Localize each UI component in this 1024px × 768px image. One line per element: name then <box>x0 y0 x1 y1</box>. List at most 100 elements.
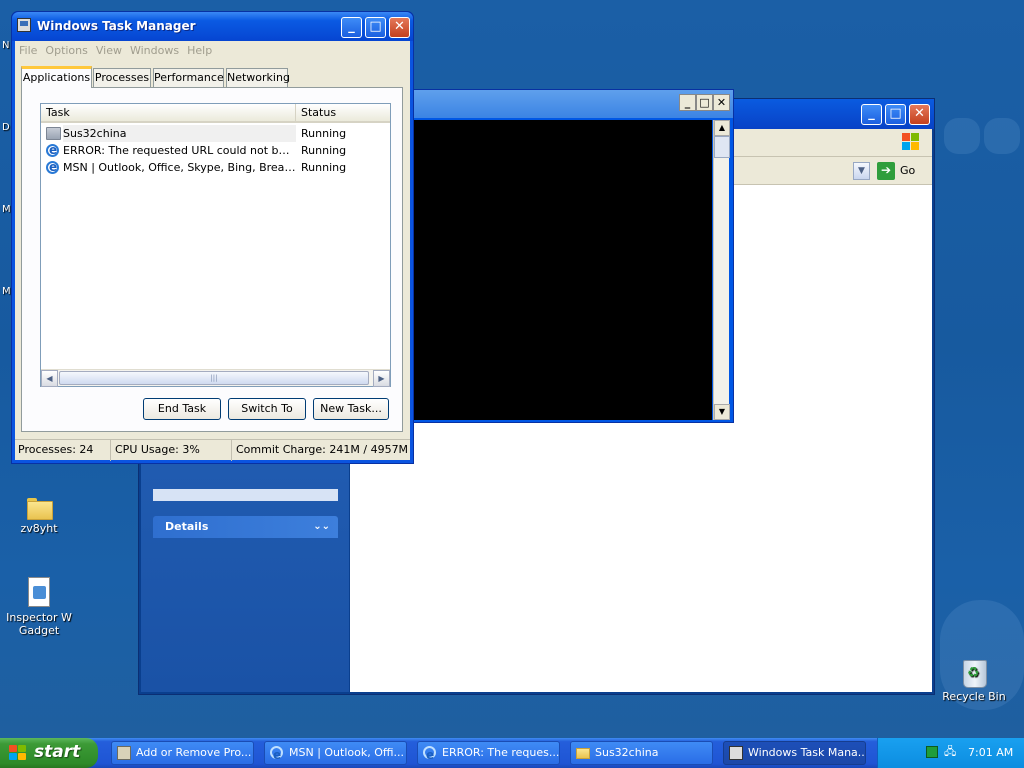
folder-icon <box>46 127 61 140</box>
desktop-icon-label: Recycle Bin <box>942 690 1006 703</box>
tab-networking[interactable]: Networking <box>226 68 290 87</box>
column-header-status[interactable]: Status <box>296 104 390 121</box>
go-label: Go <box>900 164 916 177</box>
minimize-button[interactable]: _ <box>861 104 882 125</box>
taskbar-item-label: ERROR: The reques... <box>442 746 560 759</box>
ie-icon <box>46 159 59 176</box>
menu-windows[interactable]: Windows <box>126 41 183 57</box>
maximize-button[interactable]: □ <box>696 94 713 111</box>
windows-logo-icon <box>902 133 920 151</box>
system-tray: 🖧 7:01 AM <box>877 738 1024 768</box>
menu-file[interactable]: File <box>15 41 41 57</box>
scroll-down-button[interactable]: ▼ <box>714 404 730 420</box>
window-body: File Options View Windows Help Applications … <box>15 41 410 461</box>
go-arrow-icon: ➔ <box>877 162 895 180</box>
menu-view[interactable]: View <box>92 41 126 57</box>
menu-bar: File Options View Windows Help <box>15 41 410 60</box>
task-status: Running <box>301 144 347 157</box>
scroll-right-button[interactable]: ▶ <box>373 370 390 387</box>
desktop-edge-label: M <box>2 204 11 215</box>
windows-logo-icon <box>9 745 27 761</box>
task-name: Sus32china <box>63 125 296 142</box>
taskbar-item-msn[interactable]: MSN | Outlook, Offi... <box>264 741 407 765</box>
taskbar-item-add-remove-programs[interactable]: Add or Remove Pro... <box>111 741 254 765</box>
menu-help[interactable]: Help <box>183 41 216 57</box>
desktop-icon-inspector-gadget[interactable]: Inspector W Gadget <box>4 577 74 637</box>
tray-app-icon[interactable] <box>926 746 938 758</box>
taskbar-item-label: Add or Remove Pro... <box>136 746 252 759</box>
minimize-button[interactable]: _ <box>341 17 362 38</box>
task-status: Running <box>301 127 347 140</box>
taskbar-item-sus32china[interactable]: Sus32china <box>570 741 713 765</box>
status-commit-charge: Commit Charge: 241M / 4957M <box>236 443 409 456</box>
taskbar-item-error-page[interactable]: ERROR: The reques... <box>417 741 560 765</box>
tab-processes[interactable]: Processes <box>93 68 151 87</box>
start-label: start <box>34 742 81 762</box>
document-icon <box>28 577 50 607</box>
address-dropdown-button[interactable]: ▼ <box>853 162 870 180</box>
wallpaper-shape <box>944 118 980 154</box>
taskbar-item-label: Windows Task Mana... <box>748 746 866 759</box>
list-header: Task Status <box>41 104 390 123</box>
switch-to-button[interactable]: Switch To <box>228 398 306 420</box>
task-manager-icon <box>17 18 31 32</box>
task-name: ERROR: The requested URL could not be re… <box>63 144 296 157</box>
taskbar-item-label: Sus32china <box>595 746 659 759</box>
desktop-edge-label: N <box>2 40 10 51</box>
window-titlebar[interactable]: Windows Task Manager _ □ ✕ <box>12 12 413 41</box>
minimize-button[interactable]: _ <box>679 94 696 111</box>
tab-performance[interactable]: Performance <box>153 68 224 87</box>
console-screen[interactable] <box>414 120 712 420</box>
clock[interactable]: 7:01 AM <box>968 746 1013 759</box>
desktop-icon-label: zv8yht <box>20 522 58 535</box>
task-manager-window: Windows Task Manager _ □ ✕ File Options Vi… <box>11 11 414 464</box>
desktop-icon-label: Inspector W Gadget <box>6 611 72 637</box>
status-processes: Processes: 24 <box>15 440 111 461</box>
status-bar: Processes: 24 CPU Usage: 3% Commit Charg… <box>15 439 410 461</box>
close-button[interactable]: ✕ <box>389 17 410 38</box>
desktop-edge-label: M <box>2 286 11 297</box>
details-panel-header[interactable]: Details ⌄⌄ <box>153 516 338 538</box>
vertical-scrollbar[interactable]: ▲ ▼ <box>713 120 730 420</box>
close-button[interactable]: ✕ <box>909 104 930 125</box>
scroll-up-button[interactable]: ▲ <box>714 120 730 136</box>
close-button[interactable]: ✕ <box>713 94 730 111</box>
task-list[interactable]: Task Status Sus32china Running ERROR: Th… <box>40 103 391 387</box>
task-name: MSN | Outlook, Office, Skype, Bing, Brea… <box>63 161 296 174</box>
taskbar-item-task-manager[interactable]: Windows Task Mana... <box>723 741 866 765</box>
end-task-button[interactable]: End Task <box>143 398 221 420</box>
task-row[interactable]: MSN | Outlook, Office, Skype, Bing, Brea… <box>43 159 388 176</box>
maximize-button[interactable]: □ <box>885 104 906 125</box>
task-row[interactable]: ERROR: The requested URL could not be re… <box>43 142 388 159</box>
folder-icon <box>27 498 53 520</box>
window-title: Windows Task Manager <box>37 19 196 33</box>
desktop-icon-recycle-bin[interactable]: Recycle Bin <box>939 656 1009 703</box>
tab-applications[interactable]: Applications <box>21 66 92 88</box>
scroll-thumb[interactable] <box>714 136 730 158</box>
panel-strip <box>153 489 338 501</box>
desktop-edge-label: D <box>2 122 10 133</box>
ie-icon <box>46 142 59 159</box>
ie-icon <box>423 744 436 764</box>
task-status: Running <box>301 161 347 174</box>
taskbar: start Add or Remove Pro... MSN | Outlook… <box>0 738 1024 768</box>
ie-icon <box>270 744 283 764</box>
go-button[interactable]: ➔ Go <box>877 161 927 181</box>
start-button[interactable]: start <box>0 738 98 768</box>
new-task-button[interactable]: New Task... <box>313 398 389 420</box>
task-manager-icon <box>729 746 743 760</box>
scroll-left-button[interactable]: ◀ <box>41 370 58 387</box>
horizontal-scrollbar[interactable]: ◀ ||| ▶ <box>41 369 390 387</box>
status-cpu-usage: CPU Usage: 3% <box>112 440 232 461</box>
chevron-down-icon[interactable]: ⌄⌄ <box>313 516 330 538</box>
maximize-button[interactable]: □ <box>365 17 386 38</box>
details-label: Details <box>165 520 209 533</box>
network-icon[interactable]: 🖧 <box>944 746 956 758</box>
scroll-thumb[interactable]: ||| <box>59 371 369 385</box>
desktop-icon-zv8yht[interactable]: zv8yht <box>4 498 74 535</box>
menu-options[interactable]: Options <box>41 41 91 57</box>
wallpaper-shape <box>984 118 1020 154</box>
folder-icon <box>576 748 590 759</box>
column-header-task[interactable]: Task <box>41 104 296 121</box>
task-row[interactable]: Sus32china Running <box>43 125 388 142</box>
